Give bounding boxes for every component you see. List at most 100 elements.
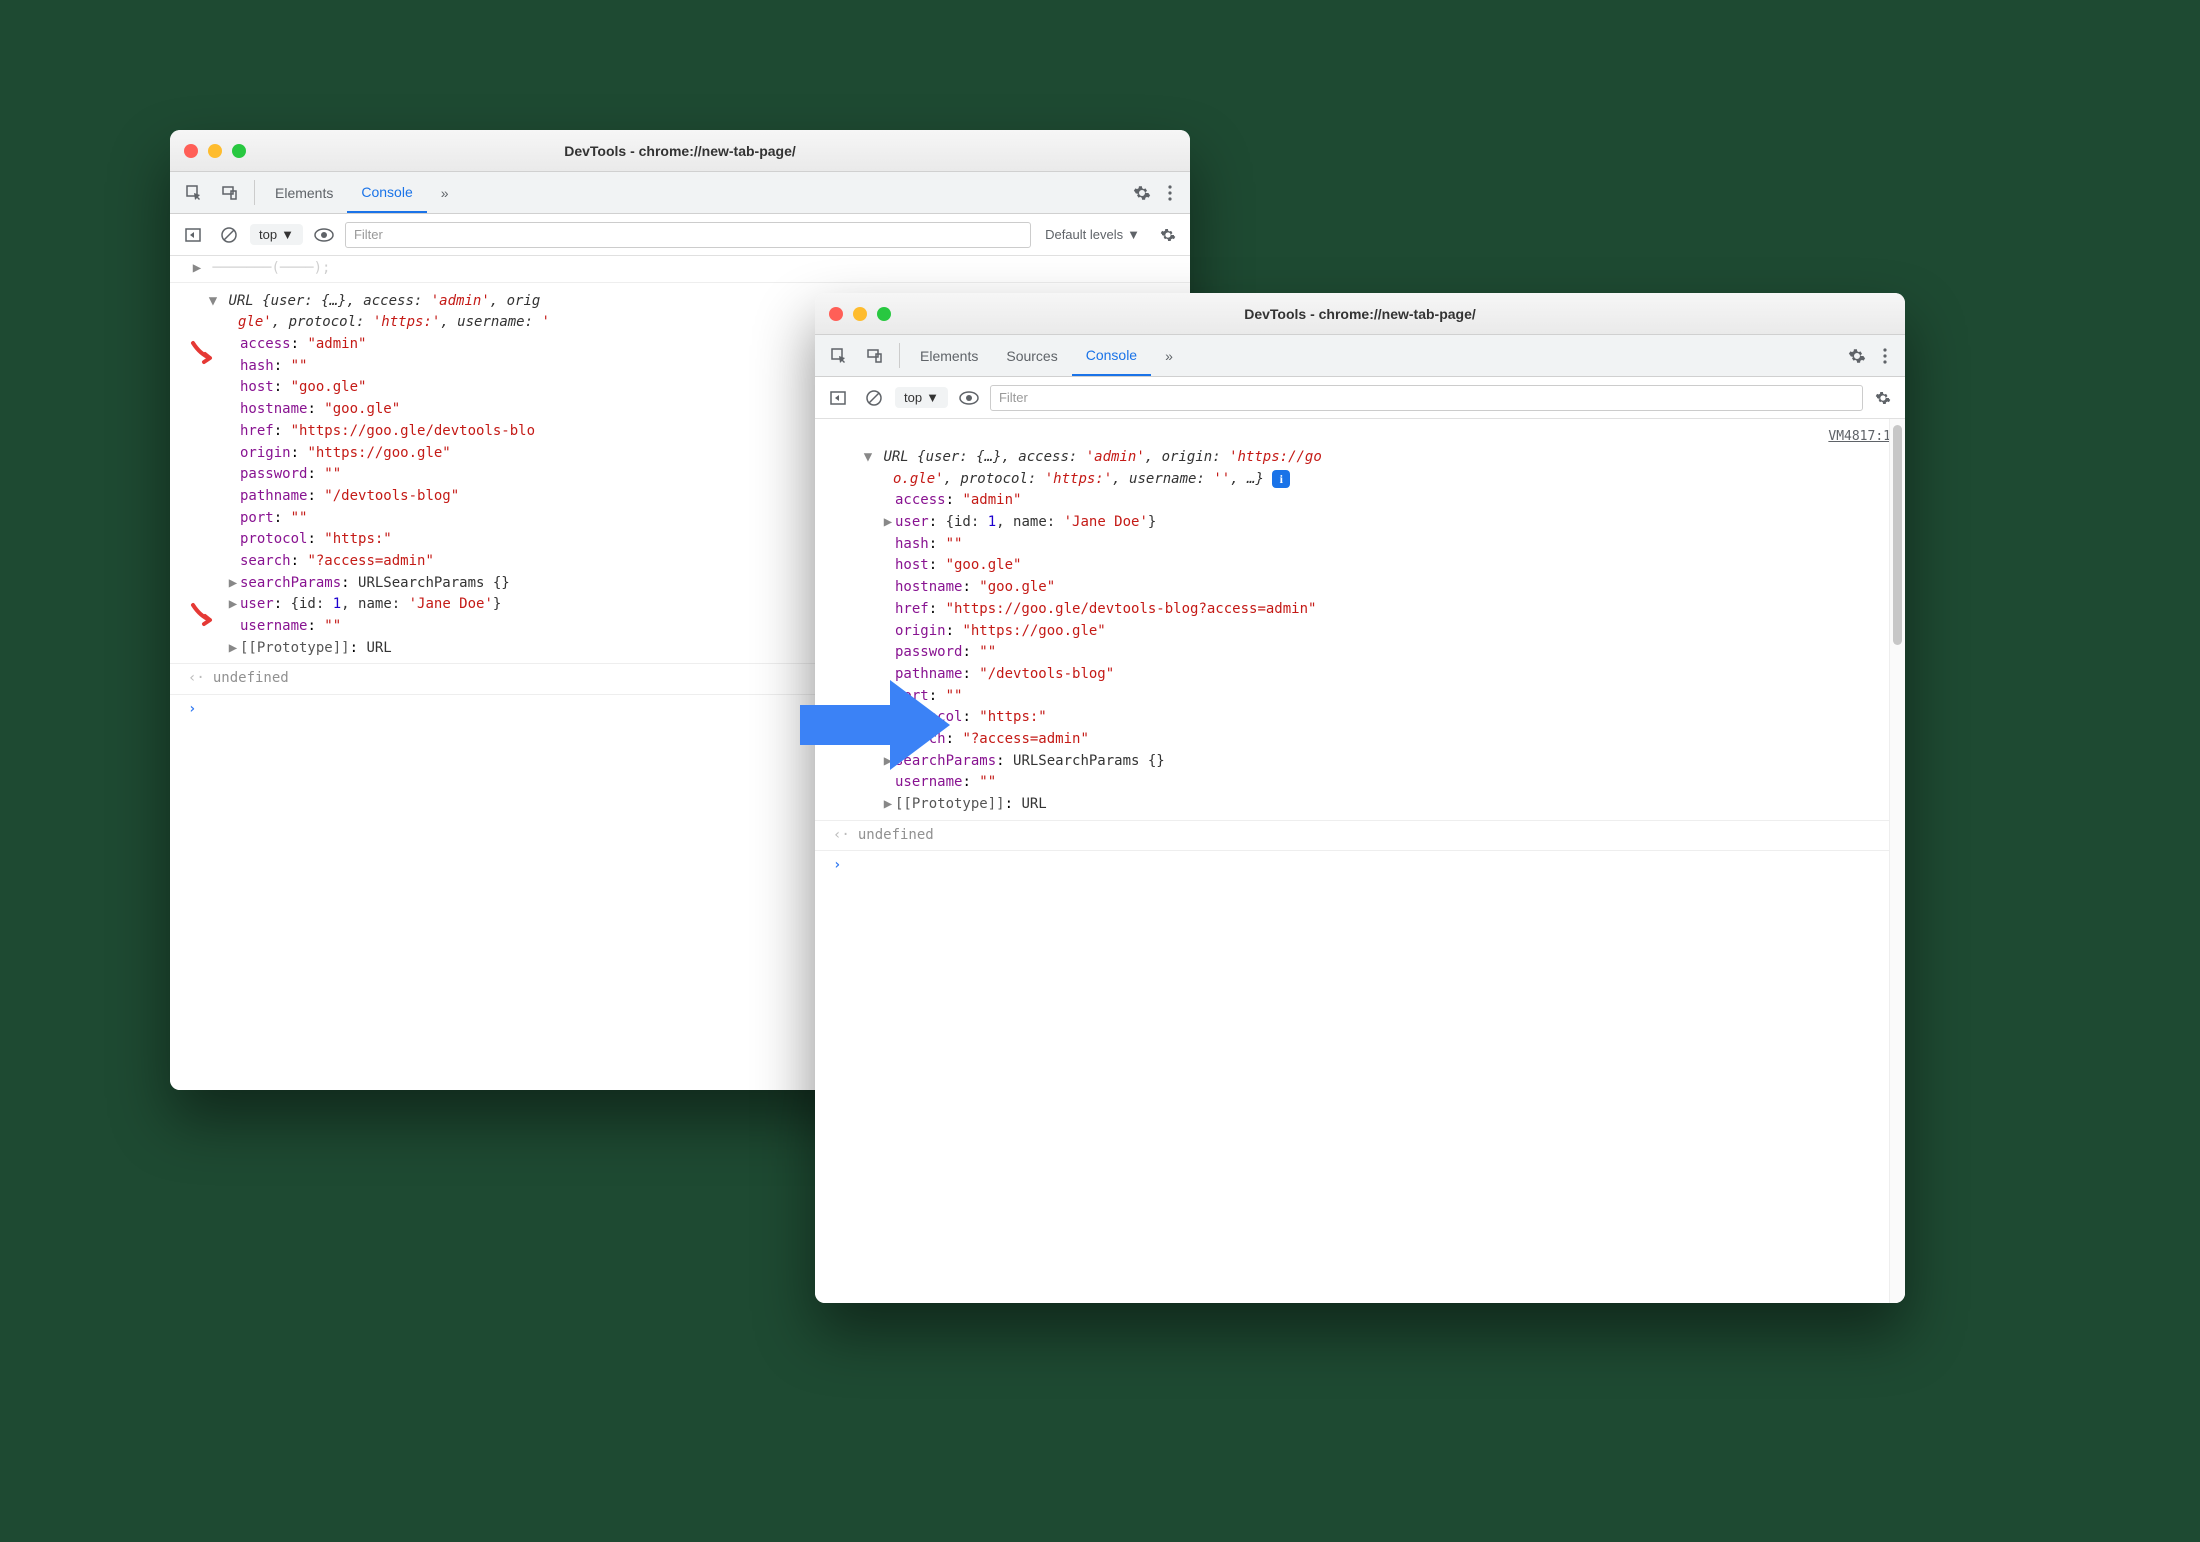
context-selector[interactable]: top ▼ [895, 387, 948, 408]
live-expression-icon[interactable] [309, 220, 339, 250]
property-key: password [240, 466, 307, 482]
minimize-icon[interactable] [208, 144, 222, 158]
expand-icon[interactable]: ▶ [226, 573, 240, 595]
tab-overflow[interactable]: » [427, 172, 463, 213]
sidebar-toggle-icon[interactable] [823, 383, 853, 413]
divider [899, 343, 900, 368]
log-levels-selector[interactable]: Default levels ▼ [1037, 225, 1148, 244]
filter-placeholder: Filter [354, 227, 383, 242]
expand-icon[interactable]: ▶ [190, 258, 204, 280]
transition-arrow-icon [795, 670, 955, 780]
property-row[interactable]: href: "https://goo.gle/devtools-blog?acc… [899, 599, 1887, 621]
window-title: DevTools - chrome://new-tab-page/ [170, 143, 1190, 159]
property-row[interactable]: protocol: "https:" [899, 707, 1887, 729]
property-value: "" [946, 536, 963, 552]
property-key: access [895, 492, 946, 508]
expand-icon[interactable]: ▶ [881, 512, 895, 534]
collapse-icon[interactable]: ▼ [861, 447, 875, 469]
close-icon[interactable] [829, 307, 843, 321]
property-value: "" [291, 510, 308, 526]
tab-overflow[interactable]: » [1151, 335, 1187, 376]
property-row[interactable]: hostname: "goo.gle" [899, 577, 1887, 599]
expand-icon[interactable]: ▶ [226, 638, 240, 660]
property-row[interactable]: ▶user: {id: 1, name: 'Jane Doe'} [899, 512, 1887, 534]
property-value: "" [291, 358, 308, 374]
property-value: "https://goo.gle/devtools-blog?access=ad… [946, 601, 1317, 617]
prompt-row[interactable]: › [815, 851, 1905, 881]
property-value: URLSearchParams {} [358, 575, 510, 591]
tab-console[interactable]: Console [1072, 335, 1151, 376]
property-row[interactable]: origin: "https://goo.gle" [899, 621, 1887, 643]
scrollbar-thumb[interactable] [1893, 425, 1902, 645]
tab-console[interactable]: Console [347, 172, 426, 213]
property-key: searchParams [240, 575, 341, 591]
property-value: URLSearchParams {} [1013, 753, 1165, 769]
property-key: user [240, 596, 274, 612]
devtools-window-right: DevTools - chrome://new-tab-page/ Elemen… [815, 293, 1905, 1303]
filter-input[interactable]: Filter [990, 385, 1863, 411]
console-settings-icon[interactable] [1869, 390, 1897, 406]
filter-input[interactable]: Filter [345, 222, 1031, 248]
return-row: ‹· undefined [815, 820, 1905, 852]
divider [254, 180, 255, 205]
object-summary-line2: o.gle', protocol: 'https:', username: ''… [833, 469, 1887, 491]
console-subbar: top ▼ Filter [815, 377, 1905, 419]
scrollbar[interactable] [1889, 419, 1905, 1303]
tab-elements[interactable]: Elements [906, 335, 992, 376]
console-settings-icon[interactable] [1154, 227, 1182, 243]
settings-icon[interactable] [1843, 335, 1871, 376]
tab-elements[interactable]: Elements [261, 172, 347, 213]
property-key: access [240, 336, 291, 352]
settings-icon[interactable] [1128, 172, 1156, 213]
property-value: "goo.gle" [979, 579, 1055, 595]
property-row[interactable]: username: "" [899, 772, 1887, 794]
clear-console-icon[interactable] [859, 383, 889, 413]
tab-sources[interactable]: Sources [992, 335, 1071, 376]
property-row[interactable]: port: "" [899, 686, 1887, 708]
chevron-down-icon: ▼ [281, 227, 294, 242]
info-badge-icon[interactable]: i [1272, 470, 1290, 488]
property-value: "admin" [962, 492, 1021, 508]
property-value: "https:" [324, 531, 391, 547]
source-link[interactable]: VM4817:1 [1828, 427, 1891, 447]
property-row[interactable]: ▶[[Prototype]]: URL [899, 794, 1887, 816]
sidebar-toggle-icon[interactable] [178, 220, 208, 250]
object-summary[interactable]: URL {user: {…}, access: 'admin', origin:… [883, 449, 1321, 465]
more-icon[interactable] [1156, 172, 1184, 213]
object-summary[interactable]: URL {user: {…}, access: 'admin', orig [228, 293, 540, 309]
property-row[interactable]: access: "admin" [899, 490, 1887, 512]
zoom-icon[interactable] [232, 144, 246, 158]
property-key: hash [895, 536, 929, 552]
context-selector[interactable]: top ▼ [250, 224, 303, 245]
collapse-icon[interactable]: ▼ [206, 291, 220, 313]
expand-icon[interactable]: ▶ [226, 594, 240, 616]
property-value: "" [979, 644, 996, 660]
property-key: hostname [895, 579, 962, 595]
clear-console-icon[interactable] [214, 220, 244, 250]
property-key: search [240, 553, 291, 569]
property-row[interactable]: search: "?access=admin" [899, 729, 1887, 751]
property-row[interactable]: password: "" [899, 642, 1887, 664]
device-toggle-icon[interactable] [212, 172, 248, 213]
property-value: "https:" [979, 709, 1046, 725]
more-icon[interactable] [1871, 335, 1899, 376]
property-value: "goo.gle" [291, 379, 367, 395]
property-value: "goo.gle" [324, 401, 400, 417]
tabstrip: Elements Sources Console » [815, 335, 1905, 377]
minimize-icon[interactable] [853, 307, 867, 321]
zoom-icon[interactable] [877, 307, 891, 321]
close-icon[interactable] [184, 144, 198, 158]
property-value: "" [324, 618, 341, 634]
property-row[interactable]: pathname: "/devtools-blog" [899, 664, 1887, 686]
inspect-icon[interactable] [176, 172, 212, 213]
device-toggle-icon[interactable] [857, 335, 893, 376]
expand-icon[interactable]: ▶ [881, 794, 895, 816]
traffic-lights [184, 144, 246, 158]
live-expression-icon[interactable] [954, 383, 984, 413]
property-row[interactable]: host: "goo.gle" [899, 555, 1887, 577]
property-row[interactable]: ▶searchParams: URLSearchParams {} [899, 751, 1887, 773]
inspect-icon[interactable] [821, 335, 857, 376]
property-row[interactable]: hash: "" [899, 534, 1887, 556]
prev-log-line: ▶ ───────(────); [170, 256, 1190, 283]
window-title: DevTools - chrome://new-tab-page/ [815, 306, 1905, 322]
